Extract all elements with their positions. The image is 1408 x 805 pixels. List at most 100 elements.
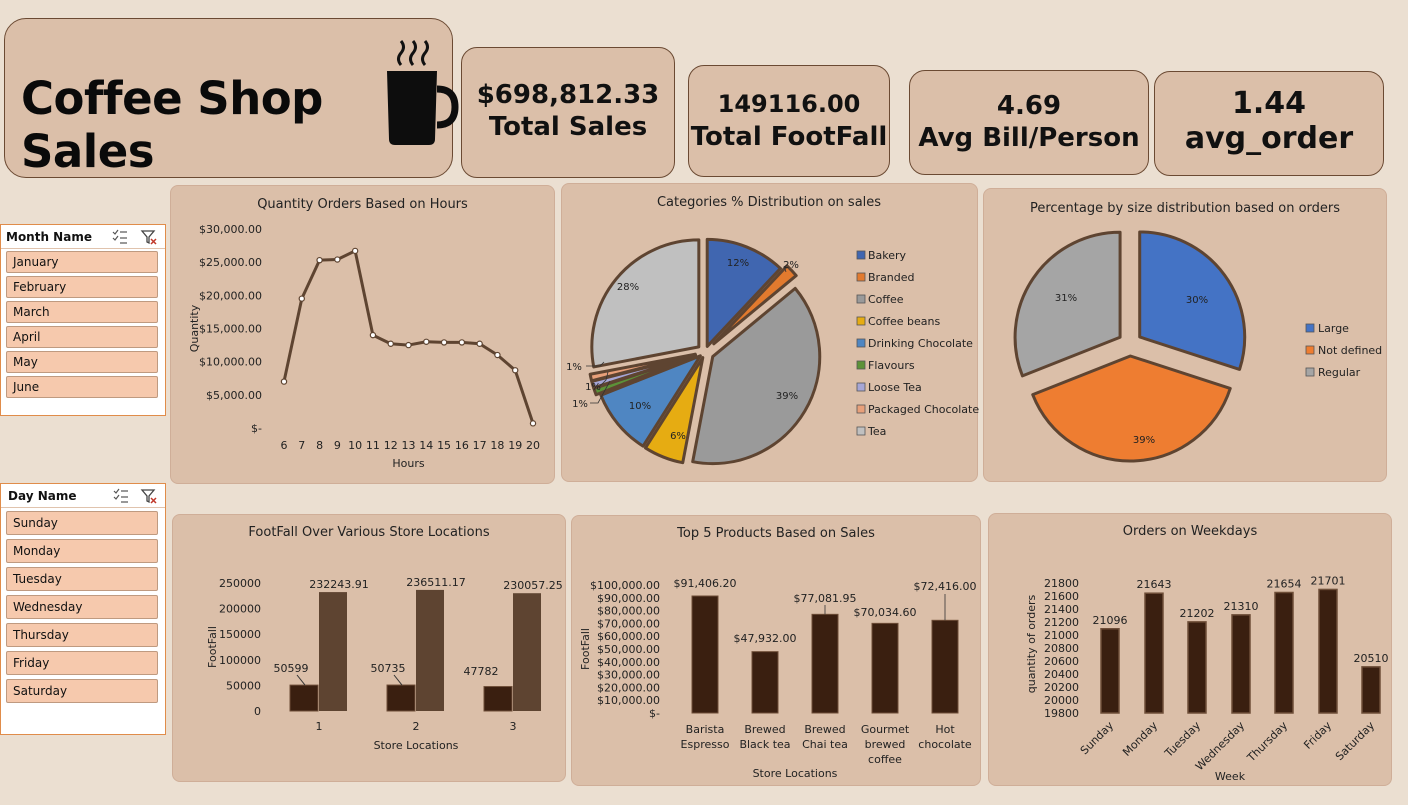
weekday-bar-chart-panel: Orders on Weekdays 19800 20000 20200 20400 2… (988, 513, 1392, 786)
bar (1187, 621, 1207, 714)
legend-swatch (856, 360, 866, 370)
slicer-item-sunday[interactable]: Sunday (6, 511, 158, 535)
data-point (529, 420, 537, 427)
y-tick-label: $15,000.00 (199, 323, 262, 336)
slicer-item-may[interactable]: May (6, 351, 158, 373)
data-label: 1% (585, 382, 601, 393)
slicer-item-thursday[interactable]: Thursday (6, 623, 158, 647)
slicer-item-june[interactable]: June (6, 376, 158, 398)
data-label: 21310 (1224, 600, 1259, 613)
x-tick-label: Thursday (1244, 719, 1290, 765)
slicer-item-saturday[interactable]: Saturday (6, 679, 158, 703)
x-axis-label: Hours (392, 457, 424, 470)
data-point (423, 338, 430, 345)
clear-filter-icon[interactable] (140, 487, 158, 505)
y-axis-label: quantity of orders (1025, 594, 1038, 693)
bar (1318, 588, 1338, 714)
clear-filter-icon[interactable] (140, 228, 158, 246)
footfall-bar-chart-panel: FootFall Over Various Store Locations 05… (172, 514, 566, 782)
x-tick-label: Tuesday (1162, 719, 1204, 761)
category-pie-chart-panel: Categories % Distribution on sales 12% 2%… (561, 183, 979, 482)
leader-line (393, 674, 403, 686)
data-point (369, 331, 377, 339)
bar (691, 595, 719, 714)
pie-slice-tea (590, 238, 701, 369)
y-tick-label: $30,000.00 (597, 669, 660, 682)
data-point (512, 367, 519, 374)
y-tick-label: 20000 (1044, 694, 1079, 707)
slicer-items: January February March April May June (1, 251, 165, 398)
x-tick-label: Black tea (739, 738, 790, 751)
y-tick-label: 150000 (219, 628, 261, 641)
y-tick-label: $30,000.00 (199, 223, 262, 236)
data-point (476, 340, 483, 347)
y-tick-label: $5,000.00 (206, 389, 262, 402)
data-label: 39% (1133, 435, 1155, 446)
x-tick-label: 20 (526, 439, 540, 452)
data-label: 1% (572, 399, 588, 410)
data-label: 39% (776, 391, 798, 402)
data-point (316, 256, 323, 264)
y-tick-label: $100,000.00 (590, 579, 660, 592)
slicer-item-january[interactable]: January (6, 251, 158, 273)
day-slicer: Day Name Sunday Monday Tuesday Wednesday Thu… (0, 483, 166, 735)
slicer-item-tuesday[interactable]: Tuesday (6, 567, 158, 591)
slicer-item-march[interactable]: March (6, 301, 158, 323)
legend-swatch (1305, 367, 1315, 377)
x-tick-label: 3 (510, 720, 517, 733)
bar (1231, 614, 1251, 714)
legend-swatch (856, 250, 866, 260)
slicer-item-april[interactable]: April (6, 326, 158, 348)
multi-select-icon[interactable] (111, 228, 129, 246)
y-axis-label: FootFall (579, 628, 592, 670)
category-pie-chart: 12% 2%39%6%10%1%1%1%28%BakeryBrandedCoffe… (566, 237, 979, 466)
y-tick-label: $- (649, 707, 660, 720)
data-point (440, 339, 448, 346)
slicer-items: Sunday Monday Tuesday Wednesday Thursday Frid… (1, 511, 165, 703)
kpi-label: Avg Bill/Person (918, 123, 1140, 153)
x-tick-label: chocolate (918, 738, 972, 751)
y-tick-label: $10,000.00 (597, 694, 660, 707)
y-tick-label: $50,000.00 (597, 643, 660, 656)
legend-swatch (856, 272, 866, 282)
data-label: 6% (670, 431, 686, 442)
slicer-item-monday[interactable]: Monday (6, 539, 158, 563)
slicer-item-friday[interactable]: Friday (6, 651, 158, 675)
coffee-mug-icon (387, 40, 459, 145)
slicer-item-wednesday[interactable]: Wednesday (6, 595, 158, 619)
slicer-item-february[interactable]: February (6, 276, 158, 298)
y-tick-label: 200000 (219, 603, 261, 616)
x-tick-label: Barista (686, 723, 725, 736)
top-products-bar-chart-panel: Top 5 Products Based on Sales $- $10,000.… (571, 515, 981, 786)
multi-select-icon[interactable] (112, 487, 130, 505)
bar (1361, 666, 1381, 714)
data-label: 28% (617, 282, 639, 293)
data-label: 21701 (1311, 574, 1346, 587)
x-tick-label: Espresso (681, 738, 730, 751)
data-point (298, 295, 305, 302)
x-tick-label: Friday (1301, 719, 1334, 752)
kpi-label: avg_order (1184, 121, 1354, 156)
slicer-title: Day Name (8, 489, 77, 503)
slicer-header: Month Name (1, 225, 165, 249)
bar (386, 684, 416, 712)
y-tick-label: $80,000.00 (597, 605, 660, 618)
pie-slice-regular (1013, 230, 1122, 378)
data-point (280, 378, 288, 385)
x-tick-label: 12 (384, 439, 398, 452)
kpi-label: Total Sales (488, 112, 648, 142)
y-tick-label: 21800 (1044, 577, 1079, 590)
legend-label: Flavours (868, 359, 915, 372)
data-label: 10% (629, 401, 651, 412)
size-pie-chart: 30% 39% 31% Large Not defined Regular (1013, 230, 1382, 463)
x-tick-label: 9 (334, 439, 341, 452)
data-point (334, 256, 341, 263)
y-tick-label: $- (251, 422, 262, 435)
legend-swatch (856, 338, 866, 348)
kpi-value: $698,812.33 (476, 80, 660, 110)
data-point (351, 247, 359, 255)
x-tick-label: 15 (437, 439, 451, 452)
data-label: $91,406.20 (674, 577, 737, 590)
kpi-label: Total FootFall (690, 122, 888, 152)
y-tick-label: $90,000.00 (597, 592, 660, 605)
